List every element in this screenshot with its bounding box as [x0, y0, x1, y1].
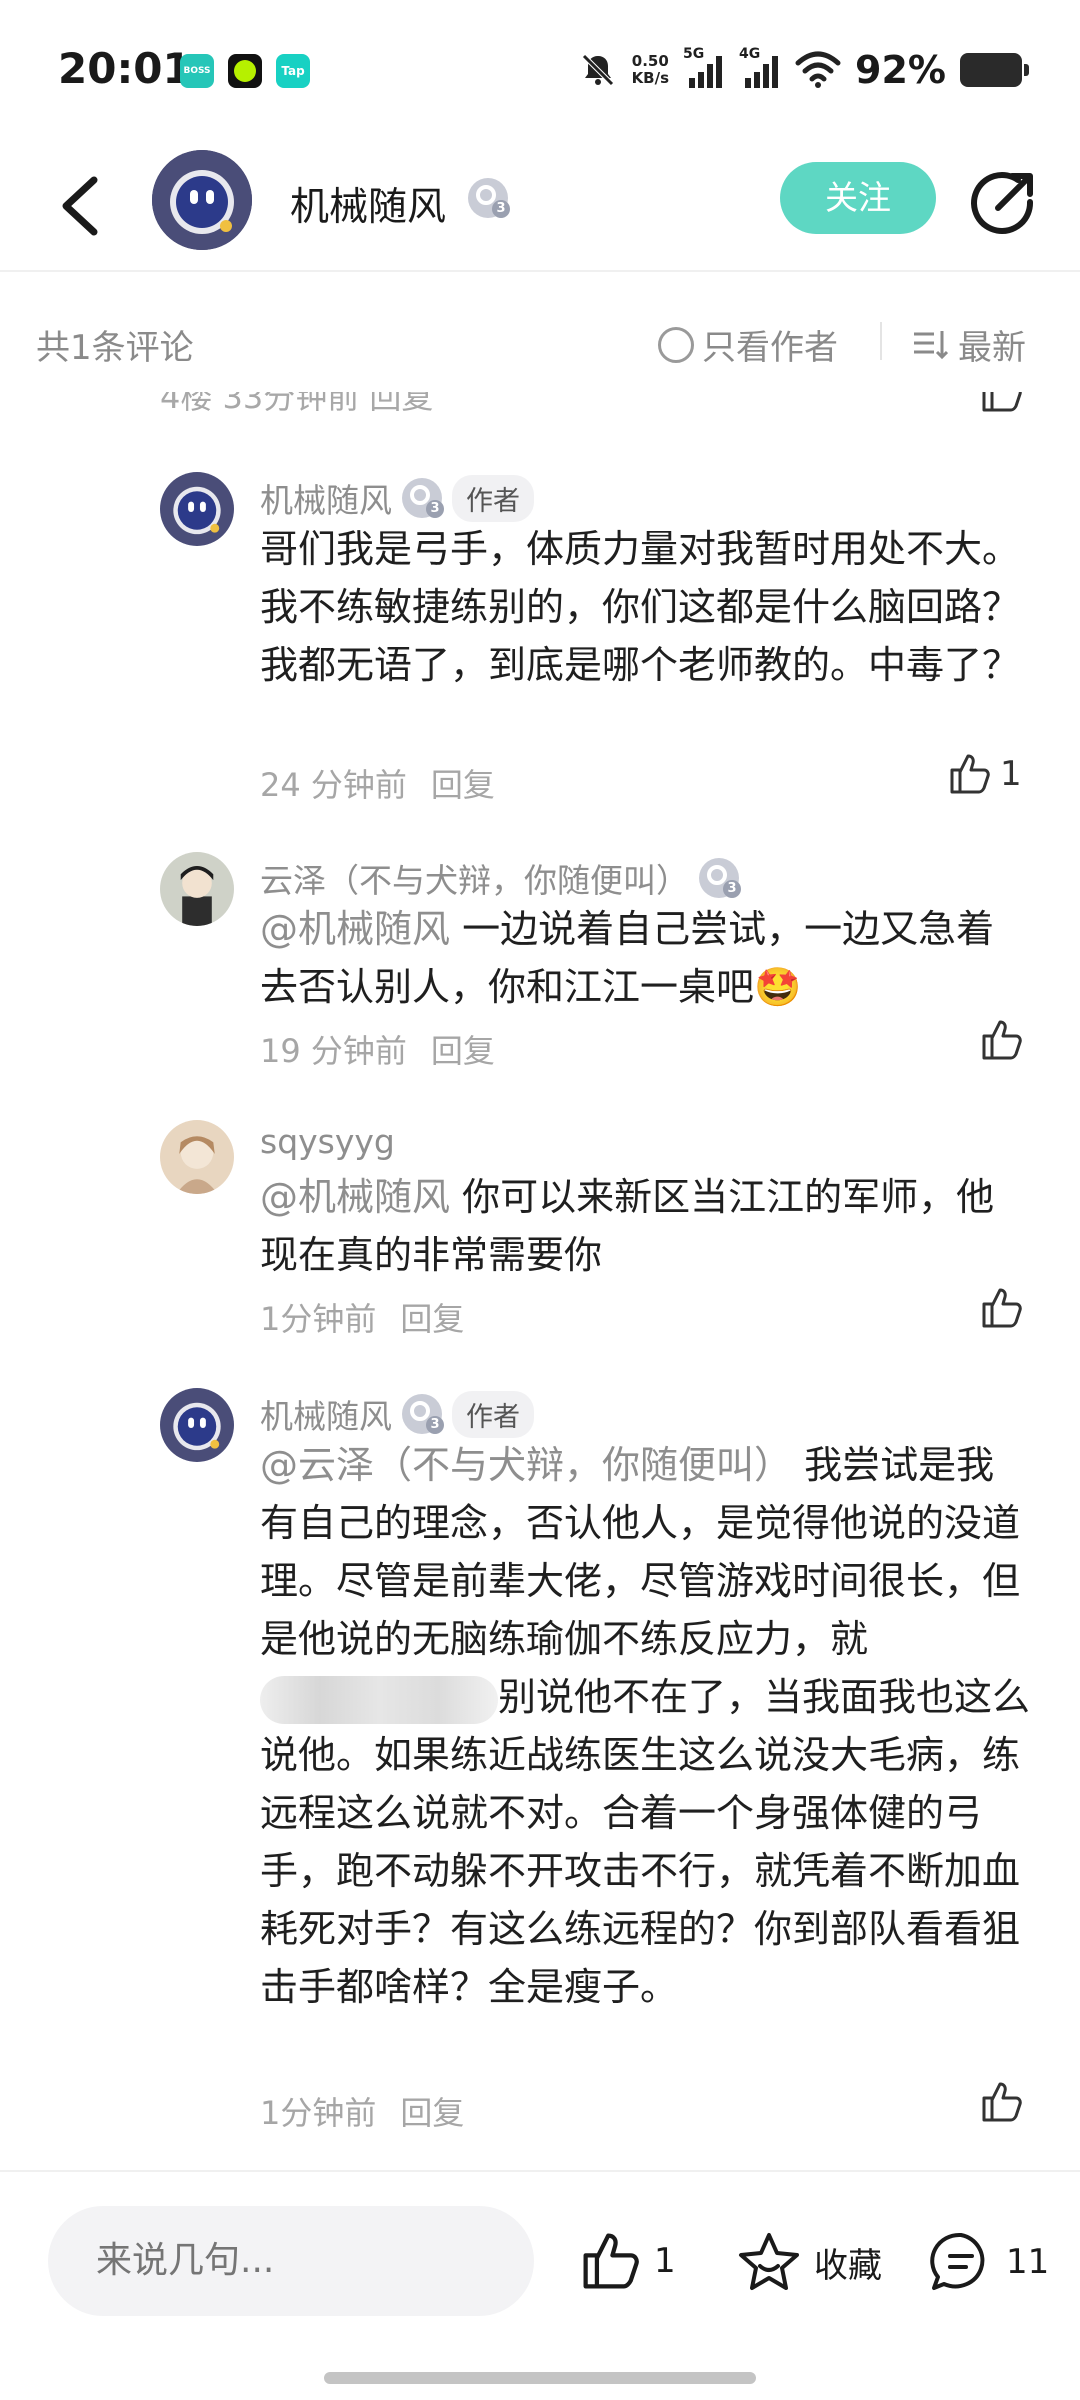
commenter-name[interactable]: 机械随风	[260, 1390, 392, 1438]
comment-text[interactable]: 哥们我是弓手，体质力量对我暂时用处不大。我不练敏捷练别的，你们这都是什么脑回路？…	[260, 520, 1030, 694]
battery-icon	[960, 53, 1029, 87]
radio-circle-icon	[658, 326, 694, 363]
commenter-avatar[interactable]	[160, 852, 234, 926]
author-avatar[interactable]	[152, 150, 252, 250]
post-header: 机械随风 3 关注	[0, 140, 1080, 272]
only-author-toggle[interactable]: 只看作者	[658, 320, 838, 369]
cut-off-comment-meta: 4楼 33分钟前 回复	[160, 392, 434, 416]
favorite-label: 收藏	[814, 2245, 882, 2286]
like-button[interactable]: 1	[948, 752, 1022, 796]
commenter-avatar[interactable]	[160, 472, 234, 546]
share-icon[interactable]	[968, 168, 1038, 238]
comment-meta: 24 分钟前 回复	[260, 760, 495, 806]
comment-time: 1分钟前	[260, 1300, 377, 1338]
comment-time: 1分钟前	[260, 2094, 377, 2132]
reply-button[interactable]: 回复	[431, 1026, 495, 1072]
status-bar: 20:01 BOSS Tap 0.50 KB/s 5G 4G 92%	[0, 0, 1080, 140]
lime-app-icon	[228, 54, 262, 88]
boss-zhipin-app-icon: BOSS	[180, 54, 214, 88]
level-badge-icon: 3	[468, 178, 510, 218]
comment-list: 4楼 33分钟前 回复 机械随风 3 作者 哥们我是弓手，体质力量对我暂时用处不…	[0, 392, 1080, 2170]
star-icon	[739, 2233, 799, 2290]
commenter-avatar[interactable]	[160, 1120, 234, 1194]
taptap-app-icon: Tap	[276, 54, 310, 88]
comment-text[interactable]: @机械随风 你可以来新区当江江的军师，他现在真的非常需要你	[260, 1168, 1030, 1284]
comment-count: 11	[1006, 2242, 1050, 2282]
level-badge-icon: 3	[402, 478, 444, 518]
author-name[interactable]: 机械随风	[290, 176, 446, 232]
blurred-redaction	[260, 1675, 498, 1724]
commenter-name[interactable]: 云泽（不与犬辩，你随便叫）	[260, 854, 689, 902]
status-time: 20:01	[58, 44, 192, 93]
thumbs-up-icon	[982, 1020, 1022, 1060]
comment-bubble-icon	[930, 2232, 985, 2290]
comment-meta: 1分钟前 回复	[260, 1294, 464, 1340]
like-count: 1	[1000, 754, 1022, 794]
comments-button[interactable]: 11	[928, 2230, 1049, 2294]
wifi-icon	[795, 51, 841, 88]
comment-meta: 1分钟前 回复	[260, 2088, 464, 2134]
mention-link[interactable]: @机械随风	[260, 907, 450, 951]
sort-list-icon	[914, 330, 948, 359]
post-like-count: 1	[654, 2241, 676, 2281]
reply-button[interactable]: 回复	[400, 2088, 464, 2134]
comment-time: 19 分钟前	[260, 1032, 407, 1070]
commenter-name[interactable]: sqysyyg	[260, 1122, 395, 1161]
reply-button[interactable]: 回复	[400, 1294, 464, 1340]
like-button[interactable]	[980, 1018, 1032, 1062]
only-author-label: 只看作者	[702, 328, 838, 368]
comment-count-label: 共1条评论	[36, 328, 194, 368]
bottom-action-bar: 1 收藏 11	[0, 2170, 1080, 2400]
comment-time: 24 分钟前	[260, 766, 407, 804]
thumbs-up-icon	[982, 1288, 1022, 1328]
level-badge-icon: 3	[699, 858, 741, 898]
mention-link[interactable]: @云泽（不与犬辩，你随便叫）	[260, 1443, 792, 1487]
network-speed: 0.50 KB/s	[631, 52, 670, 87]
commenter-name[interactable]: 机械随风	[260, 474, 392, 522]
signal-5g-icon: 5G	[683, 46, 725, 90]
reply-button[interactable]: 回复	[431, 760, 495, 806]
author-tag: 作者	[452, 1390, 534, 1438]
comment-sort-bar: 共1条评论 只看作者 最新	[0, 290, 1080, 390]
thumbs-up-icon	[583, 2233, 639, 2289]
signal-4g-icon: 4G	[739, 46, 781, 90]
favorite-button[interactable]: 收藏	[736, 2230, 882, 2294]
like-post-button[interactable]: 1	[580, 2230, 676, 2292]
comment-input[interactable]	[48, 2206, 534, 2316]
thumbs-up-icon[interactable]	[980, 392, 1024, 414]
comment-meta: 19 分钟前 回复	[260, 1026, 495, 1072]
back-arrow-icon[interactable]	[50, 170, 110, 242]
sort-latest-label: 最新	[958, 328, 1026, 368]
comment-text[interactable]: @机械随风 一边说着自己尝试，一边又急着去否认别人，你和江江一桌吧🤩	[260, 900, 1030, 1016]
thumbs-up-icon	[950, 754, 990, 794]
comment-text[interactable]: @云泽（不与犬辩，你随便叫） 我尝试是我有自己的理念，否认他人，是觉得他说的没道…	[260, 1436, 1030, 2016]
like-button[interactable]	[980, 2080, 1032, 2124]
like-button[interactable]	[980, 1286, 1032, 1330]
mute-bell-icon	[581, 54, 614, 86]
author-tag: 作者	[452, 474, 534, 522]
battery-percent: 92%	[855, 48, 946, 92]
thumbs-up-icon	[982, 2082, 1022, 2122]
level-badge-icon: 3	[402, 1394, 444, 1434]
mention-link[interactable]: @机械随风	[260, 1175, 450, 1219]
divider	[880, 322, 882, 360]
home-indicator[interactable]	[324, 2372, 756, 2384]
follow-button[interactable]: 关注	[780, 162, 936, 234]
sort-latest-button[interactable]: 最新	[912, 320, 1026, 369]
commenter-avatar[interactable]	[160, 1388, 234, 1462]
